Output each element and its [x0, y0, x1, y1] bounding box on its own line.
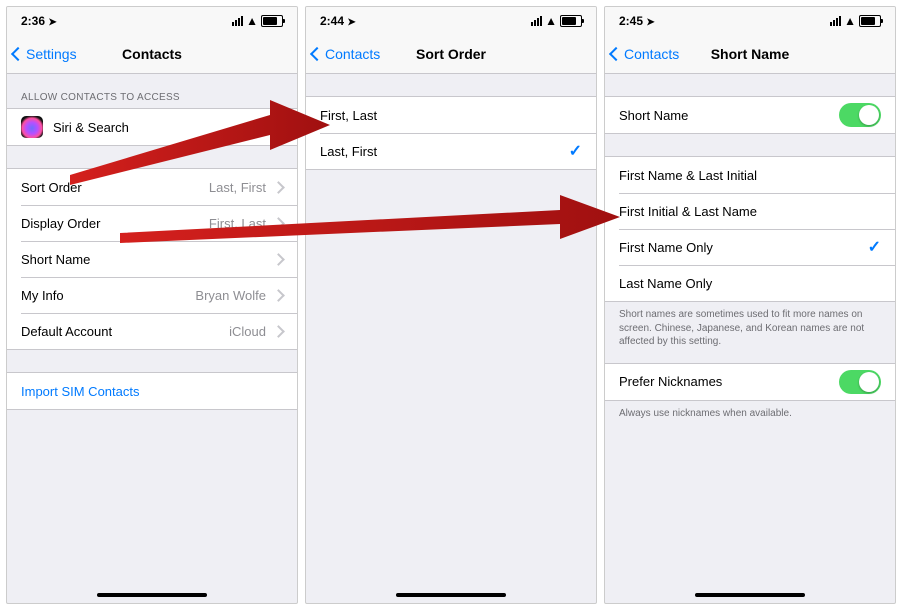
row-display-order[interactable]: Display OrderFirst, Last [7, 205, 297, 241]
chevron-right-icon [272, 217, 285, 230]
chevron-left-icon [310, 47, 324, 61]
battery-icon [560, 15, 582, 27]
row-import-sim[interactable]: Import SIM Contacts [7, 373, 297, 409]
nickname-group: Prefer Nicknames [605, 363, 895, 401]
chevron-right-icon [272, 121, 285, 134]
nav-bar: Contacts Short Name [605, 35, 895, 74]
battery-icon [859, 15, 881, 27]
home-indicator[interactable] [97, 593, 207, 597]
wifi-icon: ▲ [246, 14, 258, 28]
footer-note: Always use nicknames when available. [605, 401, 895, 421]
siri-icon [21, 116, 43, 138]
row-my-info[interactable]: My InfoBryan Wolfe [7, 277, 297, 313]
status-time: 2:36 [21, 14, 45, 28]
row-sort-order[interactable]: Sort OrderLast, First [7, 169, 297, 205]
row-short-name-toggle[interactable]: Short Name [605, 97, 895, 133]
status-bar: 2:36 ➤ ▲ [7, 7, 297, 35]
toggle-switch[interactable] [839, 370, 881, 394]
signal-icon [830, 16, 841, 26]
stage: { "screens":[ { "time":"2:36", "back":"S… [0, 0, 900, 608]
chevron-right-icon [272, 181, 285, 194]
signal-icon [232, 16, 243, 26]
home-indicator[interactable] [695, 593, 805, 597]
location-icon: ➤ [48, 17, 56, 28]
row-default-account[interactable]: Default AccountiCloud [7, 313, 297, 349]
toggle-switch[interactable] [839, 103, 881, 127]
siri-group: Siri & Search [7, 108, 297, 146]
row-short-name[interactable]: Short Name [7, 241, 297, 277]
screen-contacts-settings: 2:36 ➤ ▲ Settings Contacts ALLOW CONTACT… [6, 6, 298, 604]
status-time: 2:45 [619, 14, 643, 28]
location-icon: ➤ [347, 17, 355, 28]
back-button[interactable]: Settings [7, 46, 77, 62]
checkmark-icon: ✓ [868, 237, 881, 257]
screen-sort-order: 2:44 ➤ ▲ Contacts Sort Order First, Last… [305, 6, 597, 604]
chevron-right-icon [272, 325, 285, 338]
settings-group: Sort OrderLast, First Display OrderFirst… [7, 168, 297, 350]
option-fn-only[interactable]: First Name Only✓ [605, 229, 895, 265]
nav-bar: Contacts Sort Order [306, 35, 596, 74]
nav-bar: Settings Contacts [7, 35, 297, 74]
option-first-last[interactable]: First, Last [306, 97, 596, 133]
home-indicator[interactable] [396, 593, 506, 597]
checkmark-icon: ✓ [569, 141, 582, 161]
import-group: Import SIM Contacts [7, 372, 297, 410]
option-last-first[interactable]: Last, First✓ [306, 133, 596, 169]
back-button[interactable]: Contacts [306, 46, 380, 62]
short-name-options: First Name & Last Initial First Initial … [605, 156, 895, 302]
status-bar: 2:44 ➤ ▲ [306, 7, 596, 35]
chevron-right-icon [272, 289, 285, 302]
location-icon: ➤ [646, 17, 654, 28]
footer-note: Short names are sometimes used to fit mo… [605, 302, 895, 349]
row-siri-search[interactable]: Siri & Search [7, 109, 297, 145]
option-fi-ln[interactable]: First Initial & Last Name [605, 193, 895, 229]
wifi-icon: ▲ [545, 14, 557, 28]
wifi-icon: ▲ [844, 14, 856, 28]
screen-short-name: 2:45 ➤ ▲ Contacts Short Name Short Name … [604, 6, 896, 604]
short-name-toggle-group: Short Name [605, 96, 895, 134]
option-fn-li[interactable]: First Name & Last Initial [605, 157, 895, 193]
option-ln-only[interactable]: Last Name Only [605, 265, 895, 301]
signal-icon [531, 16, 542, 26]
row-prefer-nicknames[interactable]: Prefer Nicknames [605, 364, 895, 400]
chevron-right-icon [272, 253, 285, 266]
chevron-left-icon [609, 47, 623, 61]
back-button[interactable]: Contacts [605, 46, 679, 62]
section-header: ALLOW CONTACTS TO ACCESS [7, 74, 297, 108]
battery-icon [261, 15, 283, 27]
status-bar: 2:45 ➤ ▲ [605, 7, 895, 35]
status-time: 2:44 [320, 14, 344, 28]
chevron-left-icon [11, 47, 25, 61]
sort-options: First, Last Last, First✓ [306, 96, 596, 170]
